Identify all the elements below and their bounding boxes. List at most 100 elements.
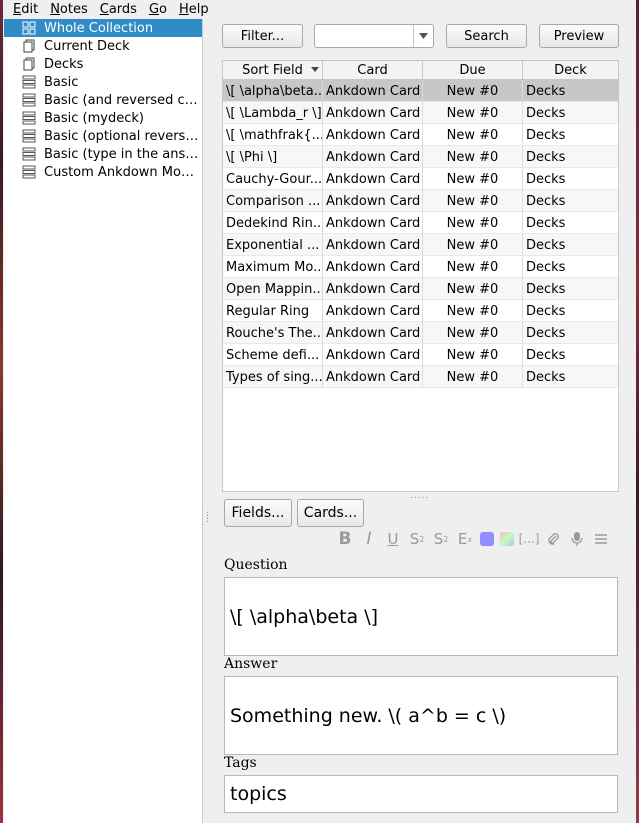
table-cell: New #0 — [423, 146, 523, 168]
sidebar-splitter-handle[interactable]: .... — [206, 507, 209, 525]
sidebar-item-label: Current Deck — [44, 38, 130, 54]
table-cell: Decks — [526, 171, 566, 187]
table-cell: New #0 — [423, 102, 523, 124]
table-cell: New #0 — [423, 212, 523, 234]
column-header-due[interactable]: Due — [423, 61, 523, 80]
table-row[interactable]: Types of sing... Ankdown Card New #0 Decks — [223, 366, 618, 388]
sidebar-item-basic-mydeck[interactable]: Basic (mydeck) — [4, 109, 202, 127]
table-row[interactable]: Open Mappin... Ankdown Card New #0 Decks — [223, 278, 618, 300]
sidebar-item-decks[interactable]: Decks — [4, 55, 202, 73]
sidebar-item-custom-ankdown-model[interactable]: Custom Ankdown Model — [4, 163, 202, 181]
table-cell: Types of sing... — [223, 366, 323, 388]
preview-button[interactable]: Preview — [539, 24, 619, 48]
table-cell: Open Mappin... — [223, 278, 323, 300]
table-row[interactable]: Exponential ... Ankdown Card New #0 Decks — [223, 234, 618, 256]
clear-format-icon[interactable]: Ex — [453, 529, 477, 549]
menu-notes[interactable]: Notes — [50, 2, 88, 17]
sidebar-item-basic-type-answer[interactable]: Basic (type in the answ... — [4, 145, 202, 163]
record-audio-icon[interactable] — [565, 529, 589, 549]
sidebar-item-whole-collection[interactable]: Whole Collection — [4, 19, 202, 37]
table-cell: Ankdown Card — [323, 234, 423, 256]
table-cell: Ankdown Card — [323, 278, 423, 300]
bold-icon[interactable]: B — [333, 529, 357, 549]
highlight-color-icon[interactable] — [497, 529, 517, 549]
search-button[interactable]: Search — [446, 24, 527, 48]
sidebar-item-basic-optional-reverse[interactable]: Basic (optional reverse... — [4, 127, 202, 145]
menu-bar: Edit Notes Cards Go Help — [3, 0, 636, 18]
table-cell: Ankdown Card — [323, 168, 423, 190]
table-cell: New #0 — [423, 300, 523, 322]
menu-cards[interactable]: Cards — [100, 2, 137, 17]
cards-button[interactable]: Cards... — [297, 499, 364, 527]
table-header: Sort Field Card Due Deck — [223, 61, 618, 80]
table-row[interactable]: \[ \alpha\beta... Ankdown Card New #0 Decks — [223, 80, 618, 102]
superscript-icon[interactable]: S2 — [405, 529, 429, 549]
cloze-icon[interactable]: [...] — [517, 529, 541, 549]
search-input[interactable] — [314, 24, 434, 48]
table-cell: Ankdown Card — [323, 300, 423, 322]
menu-go[interactable]: Go — [149, 2, 167, 17]
note-type-icon — [21, 147, 37, 161]
more-icon[interactable] — [589, 529, 613, 549]
table-cell: Ankdown Card — [323, 212, 423, 234]
table-cell: New #0 — [423, 366, 523, 388]
background-edge-left — [0, 0, 3, 823]
subscript-icon[interactable]: S2 — [429, 529, 453, 549]
filter-button[interactable]: Filter... — [222, 24, 303, 48]
table-row[interactable]: Dedekind Rin... Ankdown Card New #0 Decks — [223, 212, 618, 234]
note-type-icon — [21, 111, 37, 125]
column-header-deck[interactable]: Deck — [523, 61, 618, 80]
table-row[interactable]: Scheme defi... Ankdown Card New #0 Decks — [223, 344, 618, 366]
format-toolbar: B I U S2 S2 Ex [...] — [333, 529, 613, 549]
table-cell: Decks — [526, 325, 566, 341]
note-type-icon — [21, 129, 37, 143]
tags-field[interactable]: topics — [224, 775, 618, 813]
table-cell: New #0 — [423, 234, 523, 256]
table-cell: \[ \alpha\beta... — [223, 80, 323, 102]
table-row[interactable]: Comparison ... Ankdown Card New #0 Decks — [223, 190, 618, 212]
table-cell: Regular Ring — [223, 300, 323, 322]
table-cell: Decks — [526, 193, 566, 209]
sidebar-item-basic-reversed[interactable]: Basic (and reversed card) — [4, 91, 202, 109]
answer-field[interactable]: Something new. \( a^b = c \) — [224, 676, 618, 755]
table-cell: Decks — [526, 237, 566, 253]
table-row[interactable]: \[ \mathfrak{... Ankdown Card New #0 Decks — [223, 124, 618, 146]
underline-icon[interactable]: U — [381, 529, 405, 549]
menu-help[interactable]: Help — [179, 2, 209, 17]
sidebar-item-current-deck[interactable]: Current Deck — [4, 37, 202, 55]
table-cell: Ankdown Card — [323, 80, 423, 102]
attach-icon[interactable] — [541, 529, 565, 549]
table-row[interactable]: Rouche's The... Ankdown Card New #0 Decks — [223, 322, 618, 344]
sidebar-item-label: Decks — [44, 56, 84, 72]
deck-icon — [21, 39, 37, 53]
table-row[interactable]: Cauchy-Gour... Ankdown Card New #0 Decks — [223, 168, 618, 190]
sort-arrow-icon — [311, 67, 319, 72]
table-row[interactable]: Maximum Mo... Ankdown Card New #0 Decks — [223, 256, 618, 278]
column-header-card[interactable]: Card — [323, 61, 423, 80]
sidebar-item-label: Whole Collection — [44, 20, 154, 36]
note-type-icon — [21, 75, 37, 89]
italic-icon[interactable]: I — [357, 529, 381, 549]
table-cell: Ankdown Card — [323, 146, 423, 168]
table-row[interactable]: \[ \Lambda_r \] Ankdown Card New #0 Decks — [223, 102, 618, 124]
sidebar-item-label: Basic (optional reverse... — [44, 128, 200, 144]
question-field[interactable]: \[ \alpha\beta \] — [224, 577, 618, 656]
table-cell: Ankdown Card — [323, 124, 423, 146]
table-cell: Scheme defi... — [223, 344, 323, 366]
sidebar-item-label: Basic (mydeck) — [44, 110, 144, 126]
tags-label: Tags — [224, 755, 257, 771]
table-cell: Decks — [526, 259, 566, 275]
text-color-icon[interactable] — [477, 529, 497, 549]
card-table: Sort Field Card Due Deck \[ \alpha\beta.… — [222, 60, 619, 492]
table-cell: New #0 — [423, 168, 523, 190]
table-cell: \[ \Phi \] — [223, 146, 323, 168]
fields-button[interactable]: Fields... — [224, 499, 292, 527]
table-cell: Decks — [526, 347, 566, 363]
column-header-sort-field[interactable]: Sort Field — [223, 61, 323, 80]
menu-edit[interactable]: Edit — [13, 2, 38, 17]
table-row[interactable]: \[ \Phi \] Ankdown Card New #0 Decks — [223, 146, 618, 168]
chevron-down-icon[interactable] — [413, 25, 433, 47]
splitter-handle[interactable]: ..... — [410, 491, 429, 501]
sidebar-item-basic[interactable]: Basic — [4, 73, 202, 91]
table-row[interactable]: Regular Ring Ankdown Card New #0 Decks — [223, 300, 618, 322]
